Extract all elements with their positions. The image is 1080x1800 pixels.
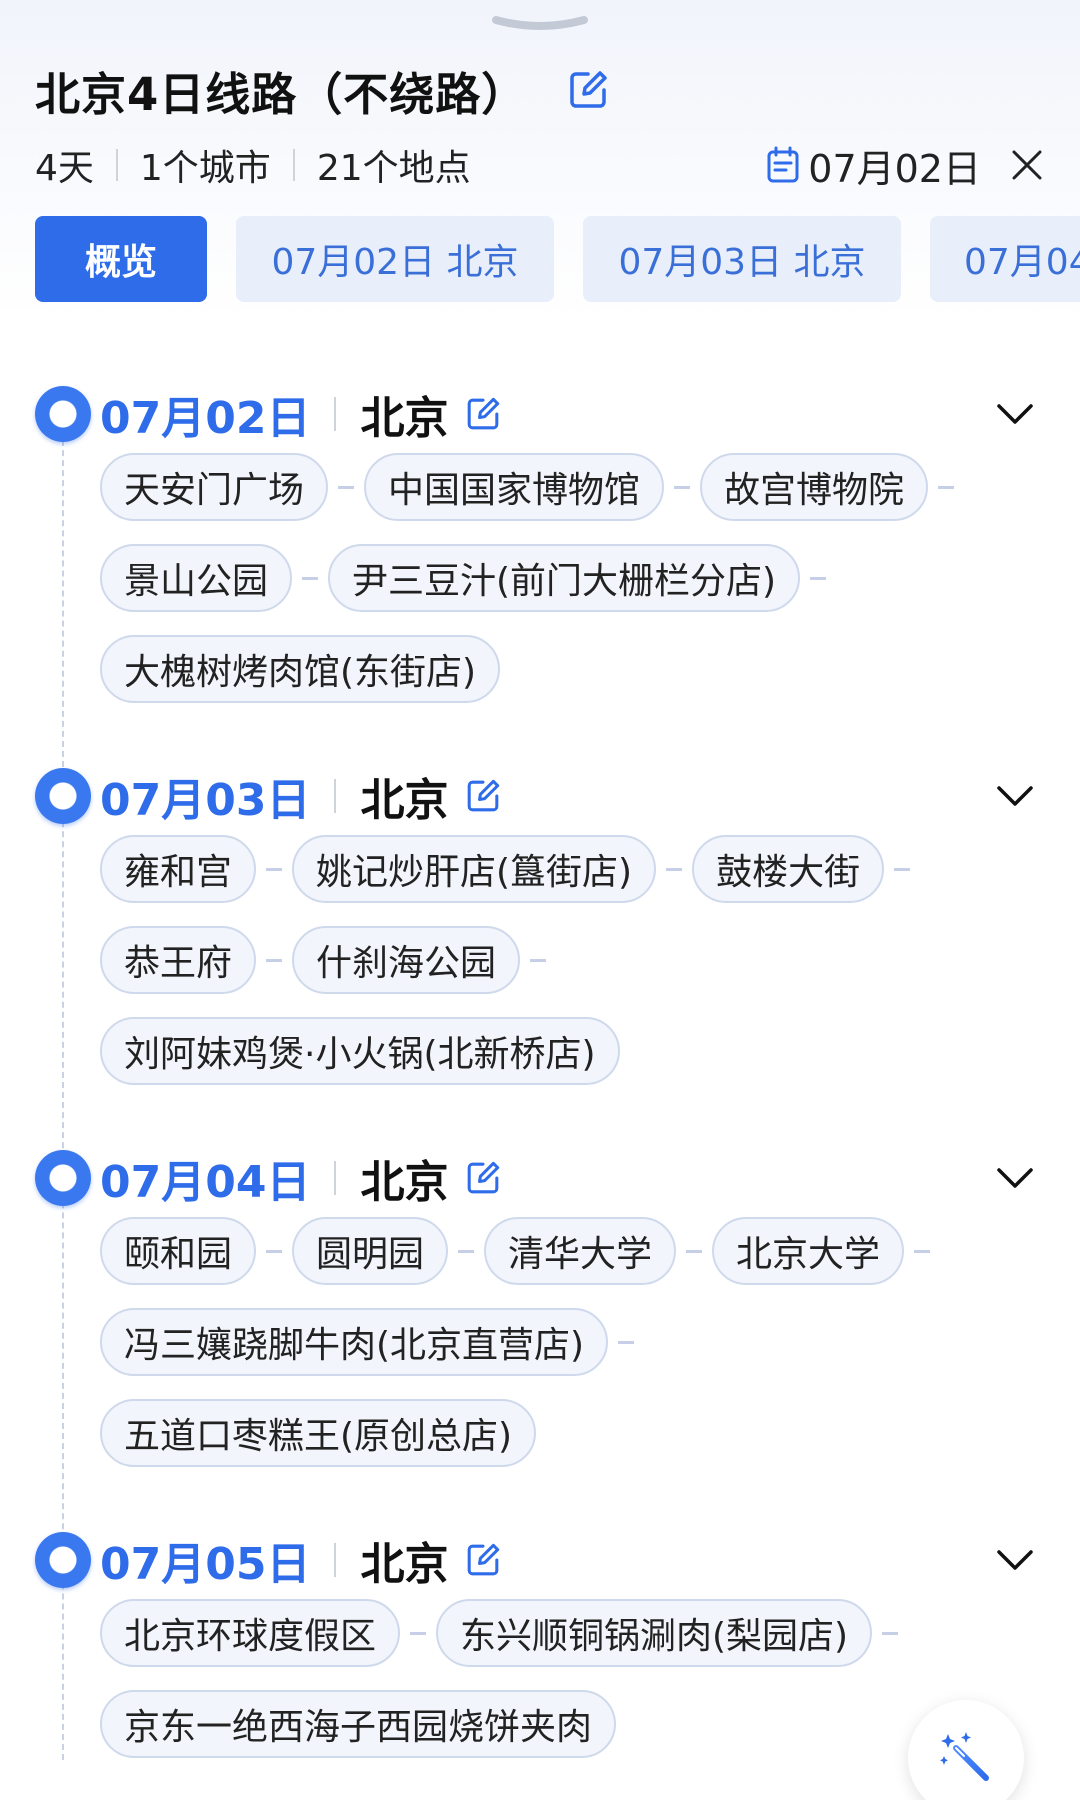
edit-icon[interactable] <box>464 395 502 433</box>
connector <box>618 1340 635 1344</box>
timeline-dot <box>35 1532 91 1588</box>
tab-overview[interactable]: 概览 <box>35 216 207 302</box>
days-count: 4天 <box>35 148 94 189</box>
place-chip[interactable]: 东兴顺铜锅涮肉(梨园店) <box>436 1599 873 1667</box>
route-meta: 4天 1个城市 21个地点 07月02日 <box>35 138 1045 193</box>
route-header: 北京4日线路（不绕路） <box>35 62 1045 121</box>
connector <box>266 958 283 962</box>
connector <box>302 576 319 580</box>
day-date: 07月03日 <box>100 775 311 826</box>
day-header[interactable]: 07月05日 北京 <box>35 1530 1045 1590</box>
timeline-dot <box>35 768 91 824</box>
connector <box>686 1249 703 1253</box>
day-date: 07月05日 <box>100 1539 311 1590</box>
tab-day-3[interactable]: 07月04 <box>930 216 1080 302</box>
edit-icon[interactable] <box>565 67 611 113</box>
connector <box>266 867 283 871</box>
connector <box>914 1249 931 1253</box>
tab-day-2[interactable]: 07月03日 北京 <box>583 216 901 302</box>
place-chip[interactable]: 中国国家博物馆 <box>364 453 665 521</box>
divider <box>334 779 337 813</box>
date-selector[interactable]: 07月02日 <box>766 138 981 193</box>
place-chip[interactable]: 雍和宫 <box>100 835 257 903</box>
day-date: 07月02日 <box>100 393 311 444</box>
place-chip[interactable]: 恭王府 <box>100 926 257 994</box>
page-title: 北京4日线路（不绕路） <box>35 67 528 121</box>
timeline-dot <box>35 1150 91 1206</box>
cities-count: 1个城市 <box>139 148 271 189</box>
day-date: 07月04日 <box>100 1157 311 1208</box>
place-list: 北京环球度假区 东兴顺铜锅涮肉(梨园店) 京东一绝西海子西园烧饼夹肉 <box>100 1598 1000 1780</box>
connector <box>530 958 547 962</box>
ai-assist-button[interactable] <box>908 1700 1024 1800</box>
place-chip[interactable]: 北京大学 <box>712 1217 905 1285</box>
place-chip[interactable]: 大槐树烤肉馆(东街店) <box>100 635 501 703</box>
place-chip[interactable]: 尹三豆汁(前门大栅栏分店) <box>328 544 801 612</box>
divider <box>334 397 337 431</box>
place-chip[interactable]: 五道口枣糕王(原创总店) <box>100 1399 537 1467</box>
chevron-down-icon[interactable] <box>995 398 1035 428</box>
tab-day-1[interactable]: 07月02日 北京 <box>236 216 554 302</box>
place-chip[interactable]: 故宫博物院 <box>700 453 929 521</box>
divider <box>115 149 118 181</box>
day-city: 北京 <box>360 775 449 826</box>
day-header[interactable]: 07月03日 北京 <box>35 766 1045 826</box>
drag-handle-icon[interactable] <box>490 14 590 36</box>
connector <box>674 485 691 489</box>
place-chip[interactable]: 清华大学 <box>484 1217 677 1285</box>
timeline-dot <box>35 386 91 442</box>
place-chip[interactable]: 什刹海公园 <box>292 926 521 994</box>
day-city: 北京 <box>360 393 449 444</box>
connector <box>882 1631 899 1635</box>
connector <box>666 867 683 871</box>
chevron-down-icon[interactable] <box>995 1162 1035 1192</box>
edit-icon[interactable] <box>464 1159 502 1197</box>
place-chip[interactable]: 景山公园 <box>100 544 293 612</box>
connector <box>894 867 911 871</box>
calendar-icon <box>767 146 799 183</box>
connector <box>458 1249 475 1253</box>
connector <box>410 1631 427 1635</box>
place-chip[interactable]: 姚记炒肝店(簋街店) <box>292 835 657 903</box>
place-chip[interactable]: 刘阿妹鸡煲·小火锅(北新桥店) <box>100 1017 620 1085</box>
chevron-down-icon[interactable] <box>995 1544 1035 1574</box>
connector <box>810 576 827 580</box>
chevron-down-icon[interactable] <box>995 780 1035 810</box>
divider <box>334 1543 337 1577</box>
day-city: 北京 <box>360 1157 449 1208</box>
divider <box>292 149 295 181</box>
divider <box>334 1161 337 1195</box>
places-count: 21个地点 <box>316 148 471 189</box>
place-chip[interactable]: 天安门广场 <box>100 453 329 521</box>
close-icon[interactable] <box>1009 147 1045 183</box>
place-list: 颐和园 圆明园 清华大学 北京大学 冯三孃跷脚牛肉(北京直营店) 五道口枣糕王(… <box>100 1216 1000 1489</box>
connector <box>266 1249 283 1253</box>
place-chip[interactable]: 鼓楼大街 <box>692 835 885 903</box>
day-header[interactable]: 07月04日 北京 <box>35 1148 1045 1208</box>
connector <box>338 485 355 489</box>
connector <box>938 485 955 489</box>
day-header[interactable]: 07月02日 北京 <box>35 384 1045 444</box>
place-chip[interactable]: 冯三孃跷脚牛肉(北京直营店) <box>100 1308 609 1376</box>
place-chip[interactable]: 京东一绝西海子西园烧饼夹肉 <box>100 1690 617 1758</box>
day-city: 北京 <box>360 1539 449 1590</box>
day-tabs: 概览 07月02日 北京 07月03日 北京 07月04 <box>35 216 1080 302</box>
place-chip[interactable]: 北京环球度假区 <box>100 1599 401 1667</box>
edit-icon[interactable] <box>464 1541 502 1579</box>
start-date: 07月02日 <box>808 146 981 191</box>
place-list: 雍和宫 姚记炒肝店(簋街店) 鼓楼大街 恭王府 什刹海公园 刘阿妹鸡煲·小火锅(… <box>100 834 1000 1107</box>
place-chip[interactable]: 颐和园 <box>100 1217 257 1285</box>
magic-wand-icon <box>940 1732 989 1781</box>
place-chip[interactable]: 圆明园 <box>292 1217 449 1285</box>
edit-icon[interactable] <box>464 777 502 815</box>
place-list: 天安门广场 中国国家博物馆 故宫博物院 景山公园 尹三豆汁(前门大栅栏分店) 大… <box>100 452 1000 725</box>
